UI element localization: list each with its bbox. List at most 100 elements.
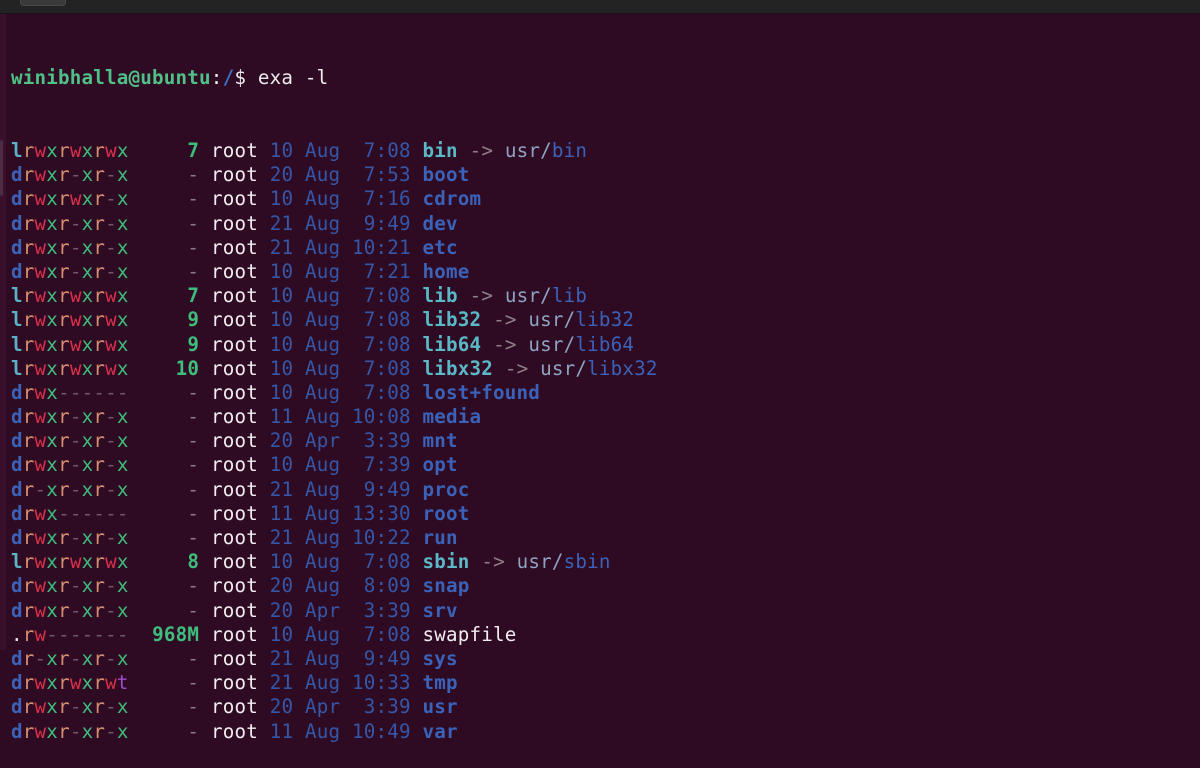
- listing-row: drwx------ - root 11 Aug 13:30 root: [11, 502, 658, 526]
- permissions: lrwxrwxrwx: [11, 332, 129, 356]
- owner: root: [210, 405, 258, 429]
- modified-date: 10 Aug 7:08: [269, 139, 411, 162]
- directory-name: mnt: [422, 429, 458, 453]
- listing-row: lrwxrwxrwx 10 root 10 Aug 7:08 libx32 ->…: [11, 357, 658, 381]
- modified-date: 20 Aug 7:53: [269, 163, 411, 187]
- prompt-path: /: [222, 66, 235, 90]
- permissions: .rw-------: [11, 622, 129, 646]
- owner: root: [210, 163, 258, 187]
- modified-date: 20 Aug 8:09: [269, 574, 411, 598]
- symlink-arrow: ->: [493, 308, 517, 332]
- permissions: dr-xr-xr-x: [11, 646, 129, 670]
- permissions: drwxr-xr-x: [11, 211, 129, 235]
- directory-name: var: [422, 719, 458, 743]
- file-size: -: [140, 429, 200, 453]
- file-size: -: [140, 211, 200, 235]
- modified-date: 21 Aug 9:49: [269, 477, 411, 501]
- listing: lrwxrwxrwx 7 root 10 Aug 7:08 bin -> usr…: [11, 139, 658, 744]
- directory-name: cdrom: [422, 187, 482, 211]
- window-left-edge: [0, 14, 6, 650]
- directory-name: boot: [422, 163, 470, 187]
- permissions: drwxr-xr-x: [11, 163, 129, 187]
- directory-name: proc: [422, 477, 470, 501]
- prompt-symbol: $: [234, 66, 247, 90]
- permissions: drwxrwxr-x: [11, 187, 129, 211]
- symlink-arrow: ->: [504, 356, 529, 380]
- owner: root: [210, 332, 258, 356]
- owner: root: [210, 259, 258, 283]
- file-name: swapfile: [422, 622, 517, 646]
- permissions: drwxr-xr-x: [11, 719, 129, 743]
- directory-name: opt: [422, 453, 458, 477]
- file-size: 9: [140, 332, 200, 356]
- directory-name: media: [422, 405, 482, 429]
- permissions: drwxr-xr-x: [11, 429, 129, 453]
- modified-date: 10 Aug 7:16: [269, 187, 411, 211]
- modified-date: 10 Aug 7:08: [269, 332, 411, 356]
- symlink-arrow: ->: [493, 332, 517, 356]
- modified-date: 10 Aug 7:08: [269, 284, 411, 308]
- modified-date: 11 Aug 10:08: [269, 405, 411, 429]
- symlink-target-name: libx32: [587, 356, 658, 380]
- symlink-arrow: ->: [469, 284, 494, 308]
- permissions: drwxr-xr-x: [11, 453, 129, 477]
- listing-row: drwx------ - root 10 Aug 7:08 lost+found: [11, 381, 658, 405]
- listing-row: lrwxrwxrwx 7 root 10 Aug 7:08 lib -> usr…: [11, 284, 658, 308]
- owner: root: [210, 429, 258, 453]
- directory-name: srv: [422, 598, 458, 622]
- listing-row: drwxr-xr-x - root 20 Apr 3:39 mnt: [11, 429, 658, 453]
- listing-row: lrwxrwxrwx 9 root 10 Aug 7:08 lib64 -> u…: [11, 333, 658, 357]
- owner: root: [210, 139, 258, 162]
- permissions: lrwxrwxrwx: [11, 356, 129, 380]
- listing-row: dr-xr-xr-x - root 21 Aug 9:49 proc: [11, 478, 658, 502]
- symlink-name: lib: [422, 284, 458, 308]
- listing-row: drwxr-xr-x - root 20 Aug 7:53 boot: [11, 163, 658, 187]
- directory-name: snap: [422, 574, 470, 598]
- directory-name: tmp: [422, 671, 458, 695]
- owner: root: [210, 598, 258, 622]
- file-size: -: [140, 453, 200, 477]
- file-size: 7: [140, 139, 200, 162]
- permissions: drwxr-xr-x: [11, 598, 129, 622]
- listing-row: drwxr-xr-x - root 20 Apr 3:39 srv: [11, 599, 658, 623]
- file-size: -: [140, 574, 200, 598]
- file-size: -: [140, 671, 200, 695]
- file-size: -: [140, 163, 200, 187]
- directory-name: usr: [422, 695, 458, 719]
- permissions: drwxr-xr-x: [11, 235, 129, 259]
- symlink-target-name: lib: [551, 284, 588, 308]
- listing-row: drwxr-xr-x - root 21 Aug 10:22 run: [11, 526, 658, 550]
- listing-row: lrwxrwxrwx 7 root 10 Aug 7:08 bin -> usr…: [11, 139, 658, 163]
- scrollbar-thumb[interactable]: [0, 140, 3, 196]
- file-size: -: [140, 598, 200, 622]
- modified-date: 21 Aug 10:33: [269, 671, 411, 695]
- permissions: lrwxrwxrwx: [11, 139, 129, 162]
- modified-date: 10 Aug 7:08: [269, 550, 411, 574]
- listing-row: lrwxrwxrwx 8 root 10 Aug 7:08 sbin -> us…: [11, 550, 658, 574]
- listing-row: lrwxrwxrwx 9 root 10 Aug 7:08 lib32 -> u…: [11, 308, 658, 332]
- modified-date: 10 Aug 7:08: [269, 380, 411, 404]
- permissions: drwxr-xr-x: [11, 695, 129, 719]
- symlink-name: lib32: [422, 308, 482, 332]
- symlink-name: lib64: [422, 332, 482, 356]
- modified-date: 11 Aug 13:30: [269, 501, 411, 525]
- owner: root: [210, 284, 258, 308]
- directory-name: lost+found: [422, 380, 541, 404]
- listing-row: drwxr-xr-x - root 11 Aug 10:08 media: [11, 405, 658, 429]
- file-size: -: [140, 526, 200, 549]
- file-size: -: [140, 380, 200, 404]
- owner: root: [210, 719, 258, 743]
- modified-date: 21 Aug 9:49: [269, 211, 411, 235]
- terminal-tab[interactable]: [20, 0, 66, 6]
- permissions: drwxr-xr-x: [11, 259, 129, 283]
- file-size: 9: [140, 308, 200, 332]
- owner: root: [210, 550, 258, 574]
- modified-date: 21 Aug 9:49: [269, 646, 411, 670]
- modified-date: 11 Aug 10:49: [269, 719, 411, 743]
- terminal-output[interactable]: winibhalla@ubuntu:/$ exa -l lrwxrwxrwx 7…: [11, 18, 658, 768]
- symlink-name: sbin: [422, 550, 470, 574]
- symlink-target-name: lib64: [575, 332, 635, 356]
- file-size: -: [140, 695, 200, 719]
- prompt-user-host: winibhalla@ubuntu: [11, 66, 211, 90]
- owner: root: [210, 308, 258, 332]
